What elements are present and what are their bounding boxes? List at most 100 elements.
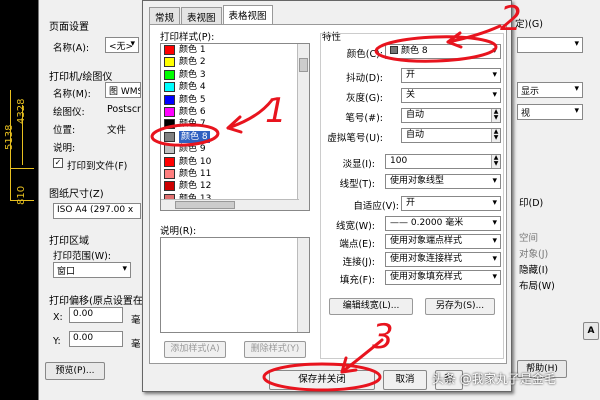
y-offset-input[interactable]: 0.00 bbox=[69, 331, 123, 347]
dimension-text: 810 bbox=[16, 185, 27, 205]
apply-to-layout-label: 定)(G) bbox=[515, 19, 543, 30]
print-styles-list[interactable]: 颜色 1 颜色 2 颜色 3 颜色 4 颜色 5 颜色 6 颜色 7 颜色 8 颜色 9 颜色 1… bbox=[160, 43, 310, 211]
line-join-style-select[interactable]: 使用对象连接样式 bbox=[385, 252, 501, 267]
save-and-close-button[interactable]: 保存并关闭 bbox=[269, 370, 375, 390]
page-setup-section: 页面设置 bbox=[49, 22, 89, 33]
list-item[interactable]: 颜色 3 bbox=[161, 69, 309, 81]
adaptive-label: 自适应(V): bbox=[353, 201, 399, 212]
horizontal-scrollbar[interactable] bbox=[161, 199, 299, 210]
landscape-icon[interactable]: A bbox=[583, 322, 599, 340]
cancel-button[interactable]: 取消 bbox=[383, 370, 427, 390]
adaptive-select[interactable]: 开 bbox=[401, 196, 501, 211]
spinner[interactable]: ▲ ▼ bbox=[491, 155, 500, 168]
printer-name-select[interactable]: 图 WMS bbox=[105, 82, 141, 98]
plot-option-label: 隐藏(I) bbox=[519, 265, 549, 276]
list-item-label: 颜色 6 bbox=[179, 106, 206, 117]
list-item[interactable]: 颜色 8 bbox=[161, 130, 309, 143]
tab-form-view[interactable]: 表格视图 bbox=[222, 5, 273, 25]
tab-general[interactable]: 常规 bbox=[149, 7, 181, 25]
list-item[interactable]: 颜色 2 bbox=[161, 56, 309, 68]
fill-style-select[interactable]: 使用对象填充样式 bbox=[385, 270, 501, 285]
list-item-label: 颜色 9 bbox=[179, 144, 206, 155]
plot-range-select[interactable]: 窗口 bbox=[53, 262, 131, 278]
color-select-value: 颜色 8 bbox=[401, 46, 428, 56]
pen-number-input[interactable]: 自动 ▲ ▼ bbox=[401, 108, 501, 123]
plot-option-label: 布局(W) bbox=[519, 281, 555, 292]
color-swatch bbox=[164, 144, 175, 155]
list-item[interactable]: 颜色 12 bbox=[161, 180, 309, 192]
location-label: 位置: bbox=[53, 125, 76, 136]
list-item[interactable]: 颜色 1 bbox=[161, 44, 309, 56]
list-item[interactable]: 颜色 10 bbox=[161, 156, 309, 168]
plot-range-label: 打印范围(W): bbox=[53, 251, 112, 262]
lineweight-label: 线宽(W): bbox=[335, 221, 375, 232]
color-swatch bbox=[164, 57, 175, 68]
color-select[interactable]: 颜色 8 bbox=[385, 44, 501, 59]
color-swatch bbox=[164, 119, 175, 130]
add-style-button[interactable]: 添加样式(A) bbox=[164, 341, 226, 358]
save-as-button[interactable]: 另存为(S)... bbox=[425, 298, 495, 315]
list-item-label: 颜色 8 bbox=[179, 130, 210, 143]
quality-select[interactable]: 视 bbox=[517, 104, 583, 120]
color-swatch bbox=[164, 106, 175, 117]
pen-number-label: 笔号(#): bbox=[345, 113, 383, 124]
vertical-scrollbar[interactable] bbox=[297, 44, 309, 210]
virtual-pen-input[interactable]: 自动 ▲ ▼ bbox=[401, 128, 501, 143]
y-offset-label: Y: bbox=[53, 336, 61, 347]
virtual-pen-label: 虚拟笔号(U): bbox=[327, 133, 383, 144]
scroll-thumb[interactable] bbox=[175, 201, 235, 209]
x-offset-unit: 毫 bbox=[131, 315, 141, 326]
paper-size-select[interactable]: ISO A4 (297.00 x bbox=[53, 203, 141, 219]
color-swatch bbox=[164, 181, 175, 192]
delete-style-button[interactable]: 删除样式(Y) bbox=[244, 341, 306, 358]
line-end-style-select[interactable]: 使用对象端点样式 bbox=[385, 234, 501, 249]
list-item[interactable]: 颜色 11 bbox=[161, 168, 309, 180]
dimension-text: 4328 bbox=[16, 98, 27, 124]
lineweight-select[interactable]: —— 0.2000 毫米 bbox=[385, 216, 501, 231]
paper-size-section: 图纸尺寸(Z) bbox=[49, 189, 104, 200]
print-to-file-checkbox[interactable]: ✓ bbox=[53, 158, 63, 168]
color-swatch bbox=[390, 46, 398, 54]
vertical-scrollbar[interactable] bbox=[297, 238, 309, 332]
dimension-text: 5138 bbox=[4, 124, 15, 150]
list-item[interactable]: 颜色 6 bbox=[161, 106, 309, 118]
watermark: 头条 @我家丸子是金毛 bbox=[432, 372, 556, 386]
x-offset-input[interactable]: 0.00 bbox=[69, 307, 123, 323]
plot-style-table-select[interactable] bbox=[517, 37, 583, 53]
color-swatch bbox=[164, 131, 175, 142]
print-to-file-label: 打印到文件(F) bbox=[67, 161, 128, 172]
preview-button[interactable]: 预览(P)... bbox=[45, 362, 105, 380]
list-item[interactable]: 颜色 7 bbox=[161, 118, 309, 130]
tab-bar: 常规 表视图 表格视图 bbox=[149, 5, 274, 25]
color-swatch bbox=[164, 82, 175, 93]
scroll-thumb[interactable] bbox=[299, 58, 308, 72]
list-item[interactable]: 颜色 9 bbox=[161, 143, 309, 155]
spinner[interactable]: ▲ ▼ bbox=[491, 129, 500, 142]
page-setup-name-select[interactable]: <无> bbox=[105, 37, 139, 53]
color-swatch bbox=[164, 156, 175, 167]
plot-option-label: 空间 bbox=[519, 233, 539, 244]
edit-lineweights-button[interactable]: 编辑线宽(L)... bbox=[329, 298, 413, 315]
screening-input[interactable]: 100 ▲ ▼ bbox=[385, 154, 501, 169]
tab-table-view[interactable]: 表视图 bbox=[181, 7, 222, 25]
plot-option-label: 对象(J) bbox=[519, 249, 549, 260]
grayscale-select[interactable]: 关 bbox=[401, 88, 501, 103]
shaded-viewport-select[interactable]: 显示 bbox=[517, 82, 583, 98]
color-swatch bbox=[164, 168, 175, 179]
dimension-line bbox=[10, 168, 34, 169]
list-item[interactable]: 颜色 4 bbox=[161, 81, 309, 93]
color-swatch bbox=[164, 69, 175, 80]
list-item-label: 颜色 1 bbox=[179, 45, 206, 55]
list-item-label: 颜色 7 bbox=[179, 119, 206, 130]
list-item[interactable]: 颜色 5 bbox=[161, 94, 309, 106]
plot-area-section: 打印区域 bbox=[49, 236, 89, 247]
dither-select[interactable]: 开 bbox=[401, 68, 501, 83]
linetype-label: 线型(T): bbox=[339, 179, 375, 190]
linetype-select[interactable]: 使用对象线型 bbox=[385, 174, 501, 189]
list-item-label: 颜色 5 bbox=[179, 94, 206, 105]
spinner[interactable]: ▲ ▼ bbox=[491, 109, 500, 122]
description-textarea[interactable] bbox=[160, 237, 310, 333]
line-join-style-label: 连接(J): bbox=[342, 257, 375, 268]
list-item-label: 颜色 2 bbox=[179, 57, 206, 68]
plotter-value: Postscr bbox=[107, 104, 141, 115]
